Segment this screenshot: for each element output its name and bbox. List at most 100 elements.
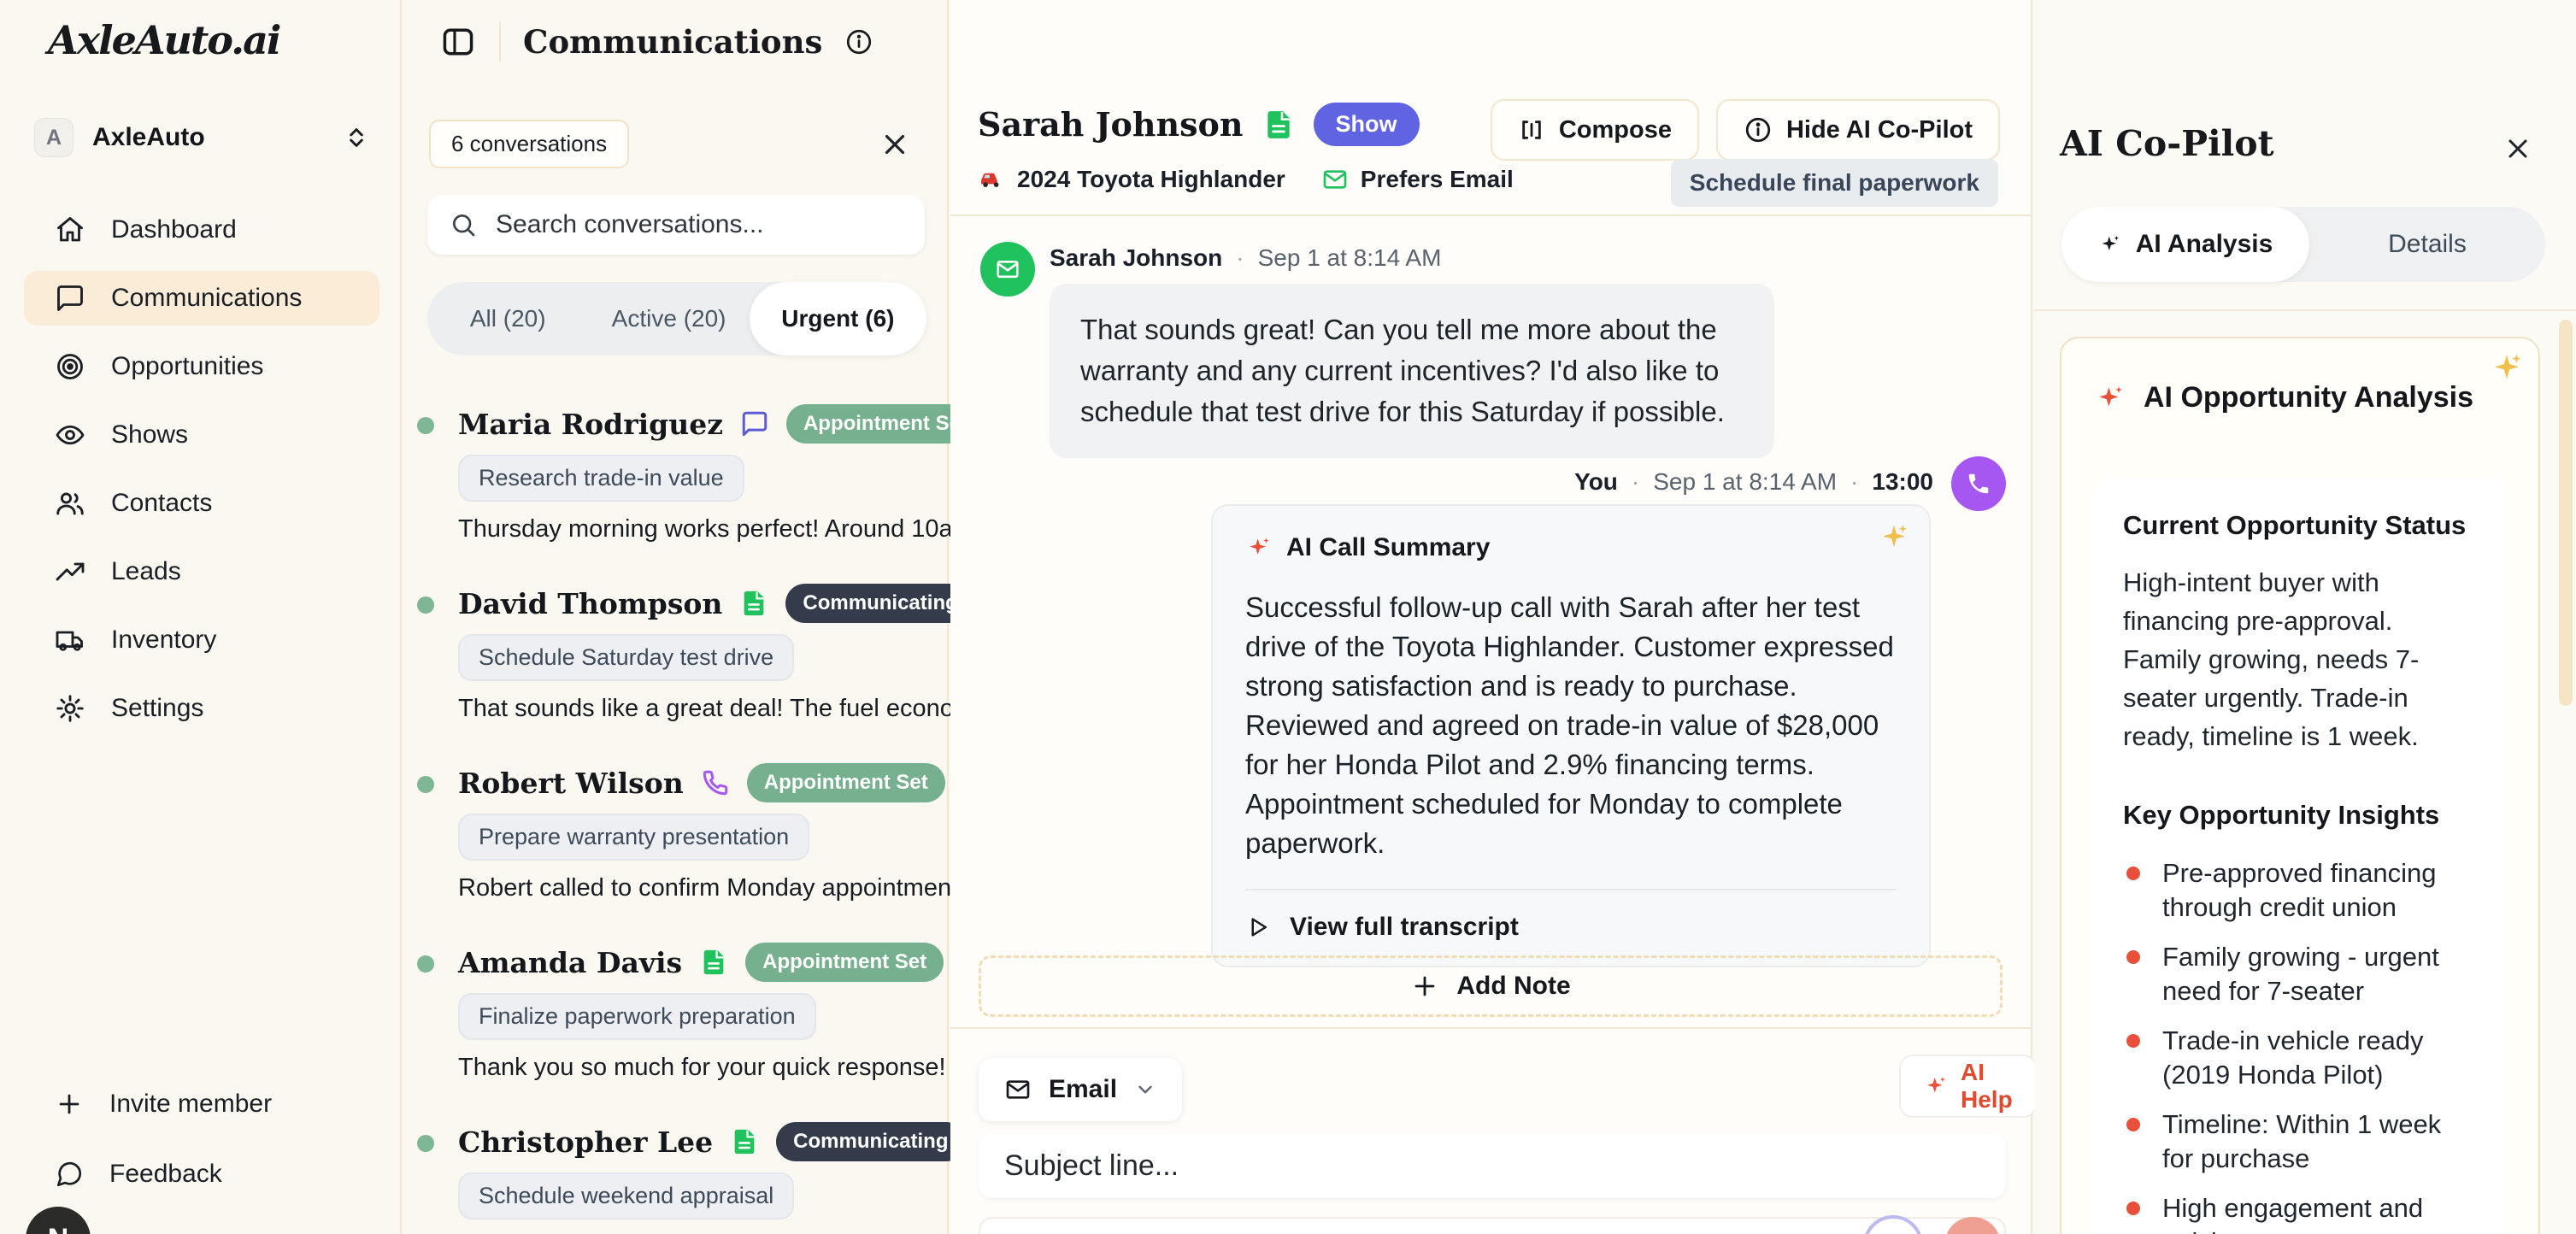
user-avatar[interactable]: N — [26, 1207, 91, 1234]
add-note-button[interactable]: Add Note — [979, 955, 2003, 1017]
message-body-input[interactable] — [979, 1217, 2006, 1234]
sparkle-red-icon — [1245, 534, 1273, 561]
subject-placeholder: Subject line... — [1004, 1149, 1179, 1183]
sidebar-item-communications[interactable]: Communications — [24, 271, 379, 326]
bullet-dot — [2126, 1202, 2140, 1215]
task-pill: Research trade-in value — [458, 455, 744, 502]
sidebar-toggle-icon[interactable] — [439, 23, 477, 61]
ai-help-button[interactable]: AI Help — [1899, 1055, 2037, 1118]
sidebar-item-contacts[interactable]: Contacts — [24, 476, 379, 531]
preference-label: Prefers Email — [1361, 166, 1514, 193]
chevron-down-icon — [1134, 1078, 1156, 1101]
tab-urgent[interactable]: Urgent (6) — [750, 282, 926, 356]
thread-contact-name: Sarah Johnson — [978, 105, 1244, 144]
status-dot — [417, 417, 434, 434]
trending-up-icon — [55, 556, 85, 587]
scrollbar-thumb[interactable] — [2559, 320, 2573, 706]
analysis-heading: AI Opportunity Analysis — [2144, 381, 2473, 414]
status-dot — [417, 1135, 434, 1152]
sender-name: You — [1574, 468, 1618, 496]
copilot-divider — [2034, 309, 2576, 311]
view-transcript-label: View full transcript — [1290, 913, 1519, 942]
view-transcript-link[interactable]: View full transcript — [1245, 913, 1897, 942]
document-icon — [699, 948, 728, 977]
sidebar-item-label: Settings — [111, 694, 203, 723]
task-pill: Finalize paperwork preparation — [458, 993, 816, 1040]
conversation-row-amanda[interactable]: Amanda Davis Appointment Set Finalize pa… — [403, 925, 947, 1104]
conversation-row-maria[interactable]: Maria Rodriguez Appointment Set Research… — [403, 386, 947, 566]
channel-select[interactable]: Email — [979, 1058, 1182, 1121]
tab-details[interactable]: Details — [2309, 207, 2545, 282]
feedback-button[interactable]: Feedback — [24, 1147, 379, 1202]
sparkle-red-icon — [1923, 1073, 1949, 1099]
sidebar-item-dashboard[interactable]: Dashboard — [24, 203, 379, 257]
subject-input[interactable]: Subject line... — [979, 1133, 2006, 1198]
tab-active[interactable]: Active (20) — [588, 282, 749, 356]
contact-name: Maria Rodriguez — [458, 408, 723, 441]
close-icon[interactable] — [2502, 133, 2533, 164]
play-icon — [1245, 914, 1271, 940]
status-badge: Communicating — [776, 1122, 965, 1161]
sparkle-dark-icon — [2098, 232, 2122, 256]
truck-icon — [55, 625, 85, 655]
bullet-dot — [2126, 1118, 2140, 1131]
sidebar-item-settings[interactable]: Settings — [24, 681, 379, 736]
app-root: AxleAuto.ai A AxleAuto Dashboard Communi… — [0, 0, 2576, 1234]
conversation-row-robert[interactable]: Robert Wilson Appointment Set Prepare wa… — [403, 745, 947, 925]
sender-name: Sarah Johnson — [1050, 244, 1222, 272]
contact-name: Robert Wilson — [458, 767, 684, 800]
chevrons-up-down-icon — [344, 125, 369, 150]
document-icon — [730, 1127, 759, 1156]
analysis-body-card: Current Opportunity Status High-intent b… — [2094, 478, 2506, 1234]
close-icon[interactable] — [879, 128, 913, 162]
opportunity-analysis-card: AI Opportunity Analysis Current Opportun… — [2060, 337, 2540, 1234]
tab-all[interactable]: All (20) — [427, 282, 588, 356]
insights-list: Pre-approved financing through credit un… — [2123, 856, 2477, 1234]
message-preview: Thursday morning works perfect! Around 1… — [458, 515, 961, 544]
feedback-label: Feedback — [109, 1160, 222, 1189]
message-preview: That sounds like a great deal! The fuel … — [458, 695, 961, 723]
workspace-avatar: A — [34, 118, 74, 157]
topbar-divider — [499, 22, 501, 62]
sidebar-item-label: Leads — [111, 557, 181, 586]
tab-ai-analysis-label: AI Analysis — [2136, 230, 2273, 259]
compose-button[interactable]: Compose — [1491, 99, 1699, 161]
info-icon[interactable] — [844, 27, 873, 56]
gear-icon — [55, 693, 85, 724]
call-summary-title: AI Call Summary — [1286, 533, 1490, 562]
conversation-list: Maria Rodriguez Appointment Set Research… — [403, 386, 947, 1234]
preference-chip: Prefers Email — [1321, 166, 1514, 193]
sidebar-item-shows[interactable]: Shows — [24, 408, 379, 462]
insight-item: Family growing - urgent need for 7-seate… — [2123, 940, 2477, 1008]
tab-ai-analysis[interactable]: AI Analysis — [2061, 207, 2309, 282]
home-icon — [55, 214, 85, 245]
sidebar-item-opportunities[interactable]: Opportunities — [24, 339, 379, 394]
sidebar-item-inventory[interactable]: Inventory — [24, 613, 379, 667]
sidebar-item-leads[interactable]: Leads — [24, 544, 379, 599]
bullet-dot — [2126, 950, 2140, 964]
eye-icon — [55, 420, 85, 450]
call-duration: 13:00 — [1872, 468, 1933, 496]
hide-copilot-button[interactable]: Hide AI Co-Pilot — [1716, 99, 2000, 161]
status-heading: Current Opportunity Status — [2123, 510, 2477, 541]
search-icon — [450, 211, 477, 238]
conversation-row-christopher[interactable]: Christopher Lee Communicating Schedule w… — [403, 1104, 947, 1234]
search-placeholder: Search conversations... — [496, 210, 764, 239]
hide-copilot-label: Hide AI Co-Pilot — [1786, 116, 1973, 144]
insights-heading: Key Opportunity Insights — [2123, 800, 2477, 831]
filter-tabs: All (20) Active (20) Urgent (6) — [427, 282, 926, 356]
next-step-pill[interactable]: Schedule final paperwork — [1671, 159, 1998, 207]
show-badge[interactable]: Show — [1314, 103, 1420, 146]
task-pill: Prepare warranty presentation — [458, 814, 809, 861]
status-badge: Appointment Set — [745, 943, 944, 982]
brand-logo: AxleAuto.ai — [48, 17, 279, 63]
task-pill: Schedule weekend appraisal — [458, 1172, 794, 1219]
conversation-row-david[interactable]: David Thompson Communicating Schedule Sa… — [403, 566, 947, 745]
status-badge: Communicating — [785, 584, 974, 623]
invite-member-button[interactable]: Invite member — [24, 1077, 379, 1131]
search-input[interactable]: Search conversations... — [427, 195, 925, 255]
workspace-switcher[interactable]: A AxleAuto — [34, 118, 369, 157]
workspace-name: AxleAuto — [92, 123, 325, 152]
copilot-title: AI Co-Pilot — [2060, 123, 2274, 164]
channel-label: Email — [1049, 1075, 1117, 1104]
